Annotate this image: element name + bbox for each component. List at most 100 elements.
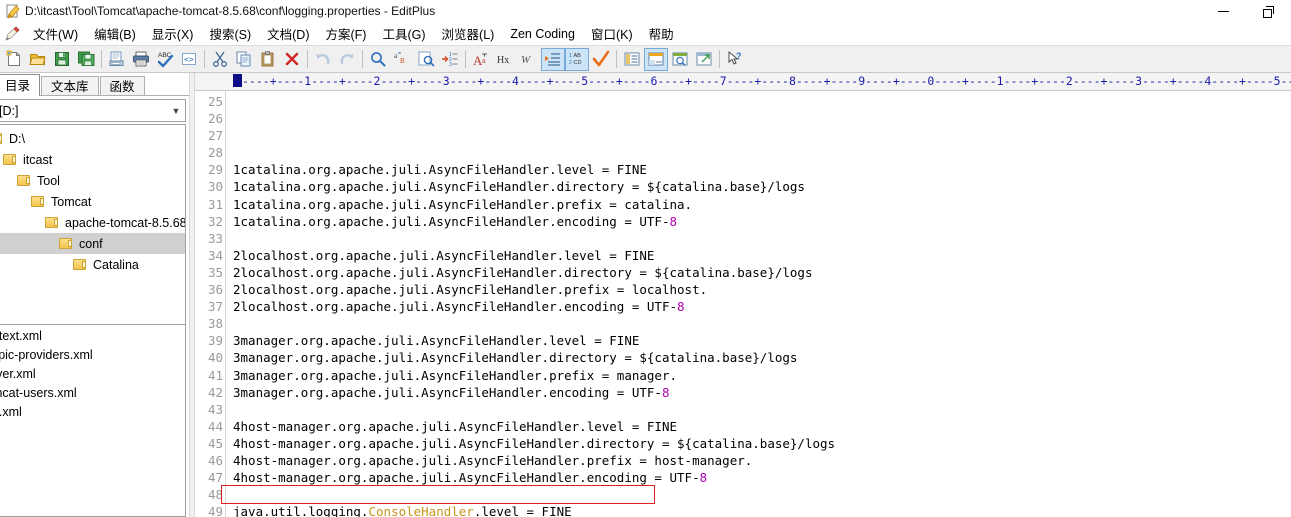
file-list-item[interactable]: aspic-providers.xml — [0, 346, 185, 365]
open-file-icon[interactable] — [26, 48, 50, 71]
redo-icon[interactable] — [335, 48, 359, 71]
menu-zen-coding[interactable]: Zen Coding — [502, 24, 583, 44]
spell-ok-icon[interactable] — [589, 48, 613, 71]
toggle-output-window-icon[interactable] — [644, 48, 668, 71]
chevron-down-icon[interactable]: ▼ — [167, 106, 185, 116]
file-list-item[interactable]: omcat-users.xml — [0, 384, 185, 403]
tree-item[interactable]: apache-tomcat-8.5.68 — [0, 212, 185, 233]
word-wrap-icon[interactable]: W — [517, 48, 541, 71]
code-line[interactable]: 3manager.org.apache.juli.AsyncFileHandle… — [233, 384, 1291, 401]
menu-edit[interactable]: 编辑(B) — [86, 21, 144, 46]
view-source-icon[interactable]: <> — [177, 48, 201, 71]
code-line[interactable]: 2localhost.org.apache.juli.AsyncFileHand… — [233, 298, 1291, 315]
code-line[interactable]: 3manager.org.apache.juli.AsyncFileHandle… — [233, 332, 1291, 349]
code-area[interactable]: 2526272829303132333435363738394041424344… — [195, 91, 1291, 517]
tree-item[interactable]: Catalina — [0, 254, 185, 275]
code-line[interactable]: 3manager.org.apache.juli.AsyncFileHandle… — [233, 367, 1291, 384]
line-number: 40 — [195, 349, 223, 366]
goto-line-icon[interactable]: 1 2 3 — [438, 48, 462, 71]
line-number: 35 — [195, 264, 223, 281]
line-number: 32 — [195, 213, 223, 230]
menu-project[interactable]: 方案(F) — [318, 21, 375, 46]
menu-search[interactable]: 搜索(S) — [201, 21, 259, 46]
tree-item[interactable]: D:\ — [0, 128, 185, 149]
code-line[interactable]: 4host-manager.org.apache.juli.AsyncFileH… — [233, 418, 1291, 435]
toolbar: ABC <> — [0, 45, 1291, 73]
tab-directory[interactable]: 目录 — [0, 74, 40, 96]
code-line[interactable] — [233, 315, 1291, 332]
line-number: 38 — [195, 315, 223, 332]
file-list-item[interactable]: ontext.xml — [0, 327, 185, 346]
window-controls — [1201, 0, 1291, 22]
undo-icon[interactable] — [311, 48, 335, 71]
menu-browser[interactable]: 浏览器(L) — [434, 21, 503, 46]
save-icon[interactable] — [50, 48, 74, 71]
tree-item[interactable]: Tomcat — [0, 191, 185, 212]
tree-item[interactable]: Tool — [0, 170, 185, 191]
user-tools-icon[interactable] — [668, 48, 692, 71]
tree-item[interactable]: itcast — [0, 149, 185, 170]
menu-help[interactable]: 帮助 — [641, 21, 682, 46]
code-line[interactable]: 1catalina.org.apache.juli.AsyncFileHandl… — [233, 178, 1291, 195]
code-line[interactable]: 2localhost.org.apache.juli.AsyncFileHand… — [233, 281, 1291, 298]
svg-text:1: 1 — [569, 53, 572, 59]
find-icon[interactable] — [366, 48, 390, 71]
code-line[interactable]: 4host-manager.org.apache.juli.AsyncFileH… — [233, 452, 1291, 469]
code-text-token: 2localhost.org.apache.juli.AsyncFileHand… — [233, 265, 812, 280]
replace-icon[interactable]: a B — [390, 48, 414, 71]
menu-view[interactable]: 显示(X) — [144, 21, 202, 46]
code-line[interactable]: 1catalina.org.apache.juli.AsyncFileHandl… — [233, 161, 1291, 178]
paste-icon[interactable] — [256, 48, 280, 71]
drive-selector[interactable]: [D:] ▼ — [0, 99, 186, 122]
code-line[interactable]: 4host-manager.org.apache.juli.AsyncFileH… — [233, 469, 1291, 486]
minimize-button[interactable] — [1201, 0, 1246, 22]
tab-functions[interactable]: 函数 — [100, 76, 145, 96]
line-numbers-icon[interactable]: 1 2 AB CD — [565, 48, 589, 71]
line-number-gutter: 2526272829303132333435363738394041424344… — [195, 91, 225, 517]
new-file-icon[interactable] — [2, 48, 26, 71]
toggle-directory-pane-icon[interactable] — [620, 48, 644, 71]
browser-preview-icon[interactable] — [692, 48, 716, 71]
folder-icon — [31, 196, 45, 208]
folder-tree[interactable]: D:\itcastTool Tomcat apache-tomcat-8.5.68c… — [0, 124, 186, 324]
cut-icon[interactable] — [208, 48, 232, 71]
tab-cliptext[interactable]: 文本库 — [41, 76, 99, 96]
drive-selector-value: [D:] — [0, 104, 167, 118]
code-line[interactable] — [233, 230, 1291, 247]
find-in-files-icon[interactable] — [414, 48, 438, 71]
tree-item[interactable]: conf — [0, 233, 185, 254]
code-line[interactable]: 4host-manager.org.apache.juli.AsyncFileH… — [233, 435, 1291, 452]
column-ruler: ----+----1----+----2----+----3----+----4… — [195, 73, 1291, 91]
print-preview-icon[interactable] — [105, 48, 129, 71]
code-line[interactable]: 1catalina.org.apache.juli.AsyncFileHandl… — [233, 196, 1291, 213]
code-line[interactable]: 2localhost.org.apache.juli.AsyncFileHand… — [233, 247, 1291, 264]
menu-window[interactable]: 窗口(K) — [583, 21, 641, 46]
code-text-token: 4host-manager.org.apache.juli.AsyncFileH… — [233, 419, 677, 434]
match-case-icon[interactable]: A a — [469, 48, 493, 71]
spell-check-icon[interactable]: ABC — [153, 48, 177, 71]
code-line[interactable] — [233, 401, 1291, 418]
menu-document[interactable]: 文档(D) — [259, 21, 317, 46]
folder-icon — [59, 238, 73, 250]
svg-text:Hx: Hx — [497, 55, 509, 66]
tree-item-label: Tomcat — [51, 195, 91, 209]
code-line[interactable]: 1catalina.org.apache.juli.AsyncFileHandl… — [233, 213, 1291, 230]
code-line[interactable] — [233, 486, 1291, 503]
code-line[interactable]: 3manager.org.apache.juli.AsyncFileHandle… — [233, 349, 1291, 366]
copy-icon[interactable] — [232, 48, 256, 71]
restore-button[interactable] — [1246, 0, 1291, 22]
save-all-icon[interactable] — [74, 48, 98, 71]
menu-tools[interactable]: 工具(G) — [374, 21, 433, 46]
hex-viewer-icon[interactable]: Hx — [493, 48, 517, 71]
toolbar-separator — [719, 50, 720, 68]
context-help-icon[interactable]: ? — [723, 48, 747, 71]
file-list-item[interactable]: eb.xml — [0, 403, 185, 422]
delete-icon[interactable] — [280, 48, 304, 71]
indent-icon[interactable] — [541, 48, 565, 71]
menu-file[interactable]: 文件(W) — [25, 21, 86, 46]
code-line[interactable]: 2localhost.org.apache.juli.AsyncFileHand… — [233, 264, 1291, 281]
print-icon[interactable] — [129, 48, 153, 71]
file-list[interactable]: ontext.xmlaspic-providers.xmlerver.xmlom… — [0, 324, 186, 517]
file-list-item[interactable]: erver.xml — [0, 365, 185, 384]
code-text[interactable]: 1catalina.org.apache.juli.AsyncFileHandl… — [225, 91, 1291, 517]
